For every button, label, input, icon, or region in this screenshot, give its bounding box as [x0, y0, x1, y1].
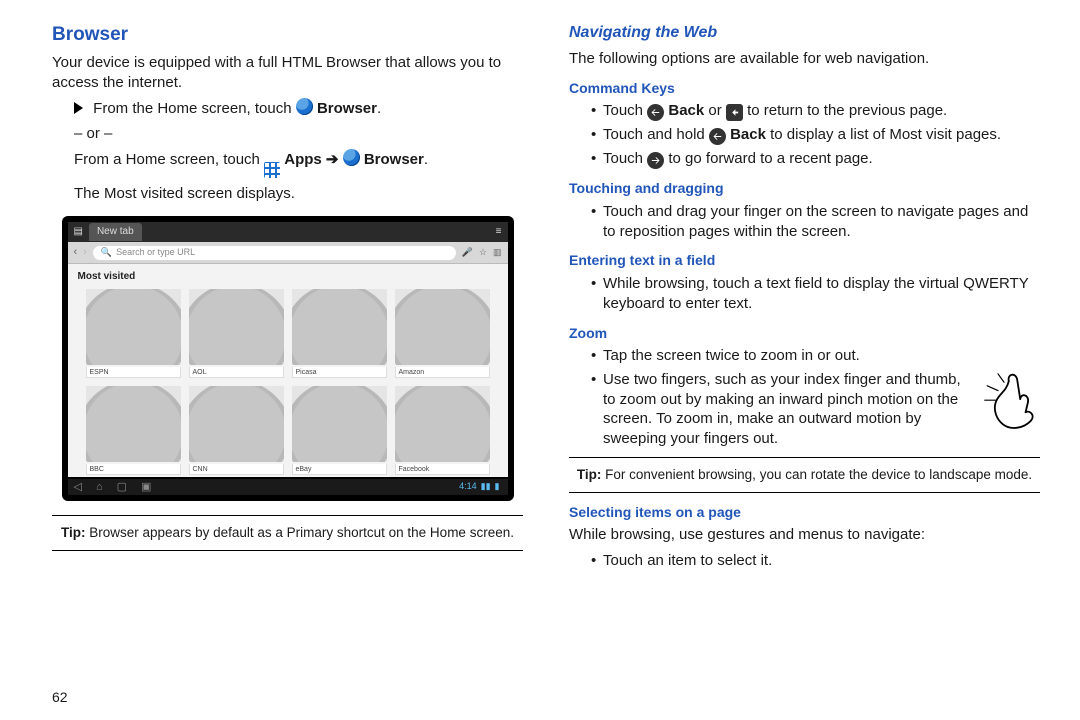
mock-tab-bar: ▤ New tab ≡	[68, 222, 508, 242]
pinch-hand-icon	[980, 370, 1040, 436]
mock-sys-back-icon: ◁	[74, 480, 82, 495]
nav-intro: The following options are available for …	[569, 49, 1040, 69]
mock-url-bar: ‹ › 🔍 Search or type URL 🎤 ☆ ▥	[68, 242, 508, 264]
browser-intro: Your device is equipped with a full HTML…	[52, 53, 523, 93]
forward-arrow-circle-icon	[647, 152, 664, 169]
mock-battery-icon: ▮	[495, 481, 500, 493]
mock-star-icon: ☆	[479, 247, 487, 259]
mock-thumb: ESPN	[86, 289, 181, 378]
back-arrow-circle-icon	[647, 104, 664, 121]
mock-thumb: CNN	[189, 386, 284, 475]
mock-sys-screenshot-icon: ▣	[141, 480, 151, 495]
entry-item: While browsing, touch a text field to di…	[591, 274, 1040, 314]
mock-tab: New tab	[89, 223, 142, 240]
mock-thumbs: ESPN AOL Picasa Amazon BBC CNN eBay Face…	[68, 285, 508, 483]
most-visited: The Most visited screen displays.	[74, 184, 523, 204]
mock-window-icon: ▥	[493, 247, 502, 259]
heading-entry: Entering text in a field	[569, 251, 1040, 269]
tip-left: Tip: Browser appears by default as a Pri…	[52, 515, 523, 551]
arrow-right-icon	[322, 151, 343, 168]
select-touch: Touch an item to select it.	[591, 551, 1040, 571]
mock-thumb: Picasa	[292, 289, 387, 378]
mock-bookmark-icon: ▤	[74, 225, 83, 238]
cmdkey-back: Touch Back or to return to the previous …	[591, 101, 1040, 121]
mock-thumb: Facebook	[395, 386, 490, 475]
play-triangle-icon	[74, 102, 83, 114]
cmdkey-forward: Touch to go forward to a recent page.	[591, 149, 1040, 169]
mock-forward-icon: ›	[83, 245, 87, 260]
step-apps: From a Home screen, touch Apps Browser.	[74, 150, 523, 178]
mock-signal-icon: ▮▮	[481, 481, 491, 493]
mock-mic-icon: 🎤	[462, 247, 473, 259]
browser-globe-icon	[296, 98, 313, 115]
select-intro: While browsing, use gestures and menus t…	[569, 525, 1040, 545]
drag-item: Touch and drag your finger on the screen…	[591, 202, 1040, 242]
mock-clock: 4:14	[459, 481, 477, 493]
cmdkeys-list: Touch Back or to return to the previous …	[591, 101, 1040, 169]
mock-search-icon: 🔍	[101, 247, 112, 259]
zoom-tap: Tap the screen twice to zoom in or out.	[591, 346, 1040, 366]
cmdkey-hold-back: Touch and hold Back to display a list of…	[591, 125, 1040, 145]
step-home: From the Home screen, touch Browser.	[74, 99, 523, 119]
tip-right: Tip: For convenient browsing, you can ro…	[569, 457, 1040, 493]
heading-nav: Navigating the Web	[569, 22, 1040, 43]
right-column: Navigating the Web The following options…	[569, 22, 1040, 575]
mock-thumb: eBay	[292, 386, 387, 475]
mock-sys-home-icon: ⌂	[96, 480, 103, 495]
heading-drag: Touching and dragging	[569, 179, 1040, 197]
back-arrow-circle-icon	[709, 128, 726, 145]
mock-url-input: 🔍 Search or type URL	[93, 246, 456, 260]
mock-thumb: Amazon	[395, 289, 490, 378]
back-arrow-square-icon	[726, 104, 743, 121]
heading-browser: Browser	[52, 22, 523, 47]
mock-sys-recent-icon: ▢	[117, 480, 127, 495]
heading-cmdkeys: Command Keys	[569, 79, 1040, 97]
left-column: Browser Your device is equipped with a f…	[52, 22, 523, 575]
page-number: 62	[52, 688, 68, 706]
or-separator: – or –	[74, 124, 523, 144]
tablet-mock: ▤ New tab ≡ ‹ › 🔍 Search or type URL 🎤 ☆…	[62, 216, 514, 501]
heading-select: Selecting items on a page	[569, 503, 1040, 521]
mock-thumb: BBC	[86, 386, 181, 475]
mock-status-bar: ◁ ⌂ ▢ ▣ 4:14 ▮▮ ▮	[68, 479, 508, 495]
zoom-pinch: Use two fingers, such as your index fing…	[591, 370, 1040, 449]
apps-grid-icon	[264, 162, 280, 178]
mock-thumb: AOL	[189, 289, 284, 378]
mock-back-icon: ‹	[74, 245, 78, 260]
mock-menu-icon: ≡	[496, 225, 502, 238]
mock-mv-label: Most visited	[68, 264, 508, 285]
browser-globe-icon	[343, 149, 360, 166]
heading-zoom: Zoom	[569, 324, 1040, 342]
